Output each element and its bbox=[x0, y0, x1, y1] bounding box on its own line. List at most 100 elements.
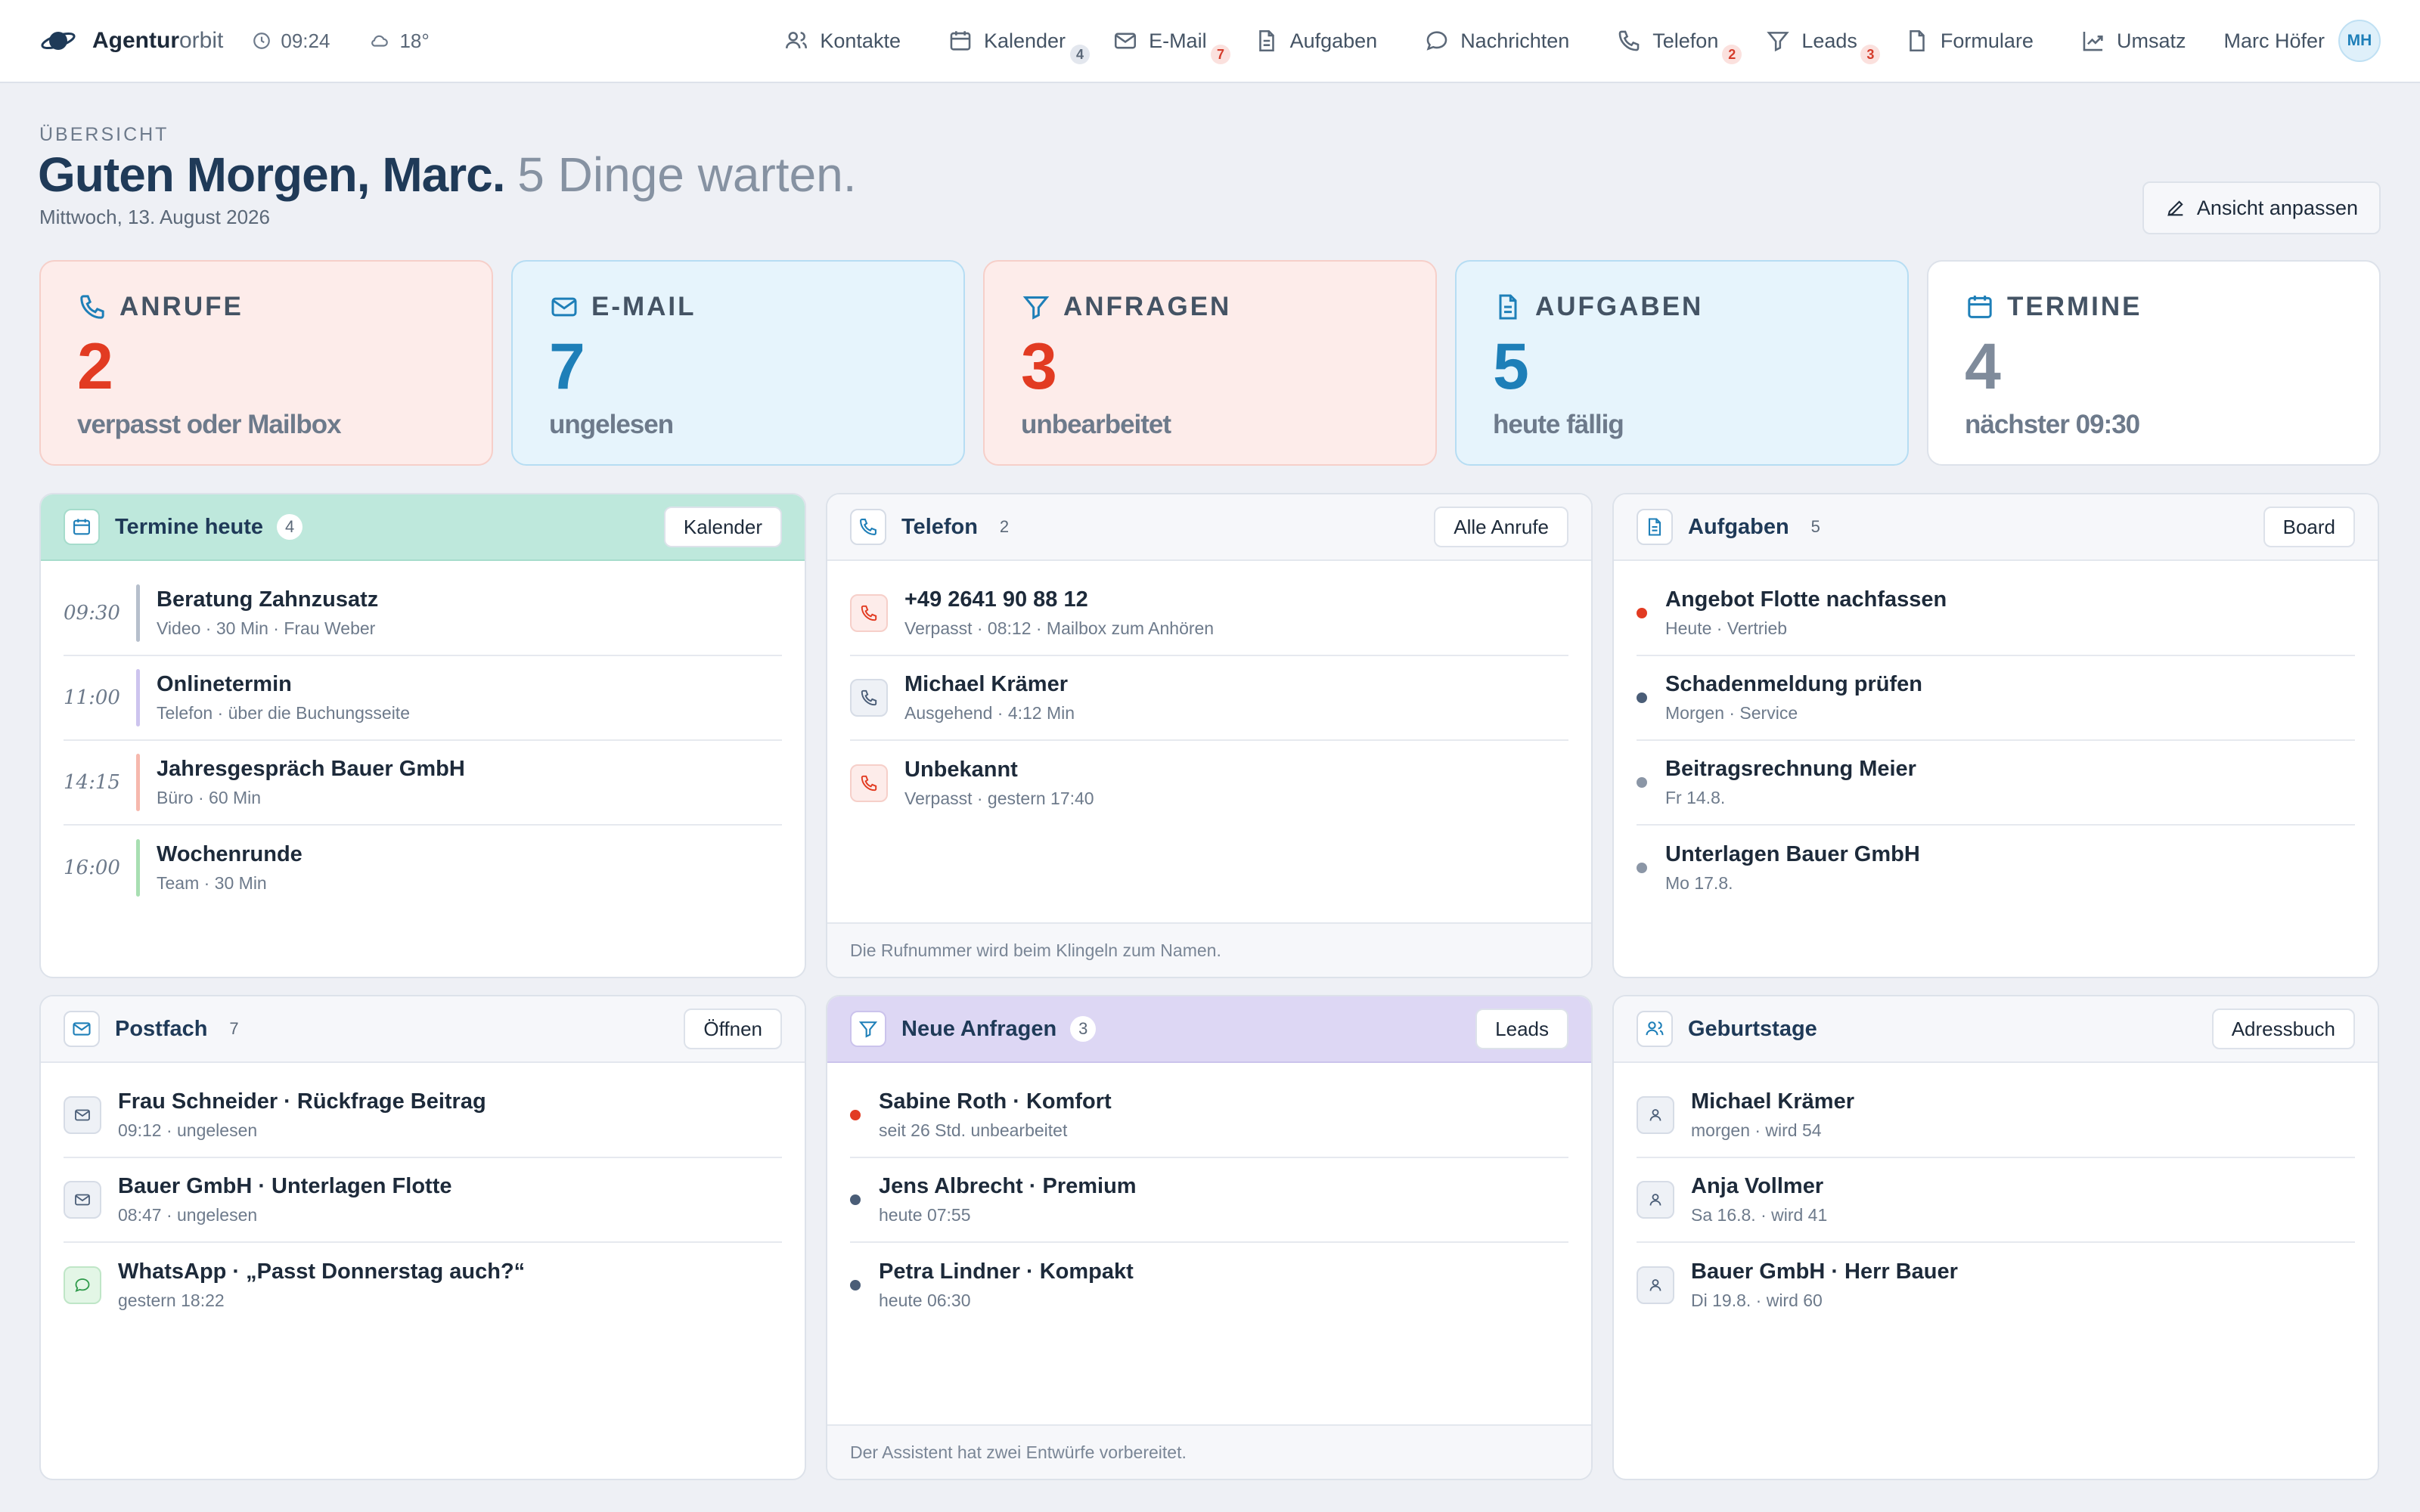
task-meta: Heute · Vertrieb bbox=[1665, 618, 1788, 638]
nav-kontakte[interactable]: Kontakte bbox=[783, 28, 901, 54]
current-time: 09:24 bbox=[281, 29, 330, 52]
appointment-title: Wochenrunde bbox=[157, 842, 302, 866]
lead-row[interactable]: Petra Lindner · Kompakt heute 06:30 bbox=[850, 1243, 1568, 1328]
nav-label: Kalender bbox=[983, 29, 1066, 52]
stat-card-calls[interactable]: ANRUFE 2 verpasst oder Mailbox bbox=[39, 260, 493, 466]
stat-card-email[interactable]: E-MAIL 7 ungelesen bbox=[511, 260, 965, 466]
board-button[interactable]: Board bbox=[2263, 507, 2355, 547]
lead-row[interactable]: Sabine Roth · Komfort seit 26 Std. unbear… bbox=[850, 1074, 1568, 1158]
nav-formulare[interactable]: Formulare bbox=[1904, 28, 2034, 54]
message-row[interactable]: Frau Schneider · Rückfrage Beitrag 09:12 … bbox=[64, 1074, 782, 1158]
task-meta: Fr 14.8. bbox=[1665, 788, 1726, 807]
lead-row[interactable]: Jens Albrecht · Premium heute 07:55 bbox=[850, 1158, 1568, 1243]
appointment-meta: Telefon · über die Buchungsseite bbox=[157, 703, 410, 723]
status-dot bbox=[850, 1280, 861, 1290]
birthday-row[interactable]: Bauer GmbH · Herr Bauer Di 19.8. · wird 6… bbox=[1637, 1243, 2355, 1328]
missed-call-icon bbox=[850, 764, 888, 802]
address-book-button[interactable]: Adressbuch bbox=[2211, 1009, 2355, 1049]
card-header: Telefon 2 Alle Anrufe bbox=[827, 494, 1591, 561]
count-badge: 4 bbox=[277, 514, 303, 540]
call-meta: Verpasst · gestern 17:40 bbox=[904, 789, 1094, 808]
person-icon bbox=[1637, 1266, 1674, 1304]
mail-icon bbox=[64, 1096, 101, 1134]
appointment-meta: Büro · 60 Min bbox=[157, 788, 262, 807]
caller-name: Michael Krämer bbox=[904, 672, 1068, 696]
task-title: Unterlagen Bauer GmbH bbox=[1665, 842, 1920, 866]
task-title: Beitragsrechnung Meier bbox=[1665, 757, 1916, 781]
appointment-row[interactable]: 16:00 Wochenrunde Team · 30 Min bbox=[64, 826, 782, 910]
priority-dot bbox=[1637, 777, 1647, 788]
status-dot bbox=[850, 1110, 861, 1120]
nav-email[interactable]: E-Mail 7 bbox=[1112, 28, 1231, 64]
appointment-time: 16:00 bbox=[64, 857, 120, 879]
all-calls-button[interactable]: Alle Anrufe bbox=[1434, 507, 1568, 547]
birthday-meta: morgen · wird 54 bbox=[1691, 1120, 1822, 1140]
task-row[interactable]: Unterlagen Bauer GmbH Mo 17.8. bbox=[1637, 826, 2355, 910]
card-title: Telefon bbox=[901, 514, 978, 539]
caller-name: +49 2641 90 88 12 bbox=[904, 587, 1088, 612]
call-row[interactable]: Michael Krämer Ausgehend · 4:12 Min bbox=[850, 656, 1568, 741]
calendar-icon bbox=[1965, 292, 1995, 322]
nav-label: Aufgaben bbox=[1289, 29, 1378, 52]
count-badge: 5 bbox=[1810, 517, 1820, 536]
nav-umsatz[interactable]: Umsatz bbox=[2080, 28, 2186, 54]
open-inbox-button[interactable]: Öffnen bbox=[684, 1009, 782, 1049]
stat-description: heute fällig bbox=[1493, 410, 1624, 439]
message-subject: Bauer GmbH · Unterlagen Flotte bbox=[118, 1174, 452, 1198]
inbox-card: Postfach 7 Öffnen Frau Schneider · Rückf… bbox=[39, 995, 806, 1480]
stat-label: ANRUFE bbox=[119, 292, 244, 321]
birthday-name: Bauer GmbH · Herr Bauer bbox=[1691, 1259, 1958, 1284]
avatar[interactable]: MH bbox=[2338, 20, 2381, 62]
leads-button[interactable]: Leads bbox=[1475, 1009, 1568, 1049]
stat-card-appointments[interactable]: TERMINE 4 nächster 09:30 bbox=[1927, 260, 2381, 466]
nav-label: Nachrichten bbox=[1460, 29, 1570, 52]
stat-card-requests[interactable]: ANFRAGEN 3 unbearbeitet bbox=[983, 260, 1437, 466]
tasks-card: Aufgaben 5 Board Angebot Flotte nachfass… bbox=[1612, 493, 2379, 978]
task-row[interactable]: Schadenmeldung prüfen Morgen · Service bbox=[1637, 656, 2355, 741]
stat-card-tasks[interactable]: AUFGABEN 5 heute fällig bbox=[1455, 260, 1909, 466]
current-date: Mittwoch, 13. August 2026 bbox=[39, 206, 270, 228]
leads-count-badge: 3 bbox=[1860, 45, 1881, 64]
funnel-icon bbox=[850, 1011, 886, 1047]
message-row[interactable]: Bauer GmbH · Unterlagen Flotte 08:47 · un… bbox=[64, 1158, 782, 1243]
user-name: Marc Höfer bbox=[2223, 29, 2325, 52]
nav-kalender[interactable]: Kalender 4 bbox=[948, 28, 1090, 64]
new-requests-card: Neue Anfragen 3 Leads Sabine Roth · Komf… bbox=[826, 995, 1593, 1480]
call-meta: Verpasst · 08:12 · Mailbox zum Anhören bbox=[904, 618, 1215, 638]
appointment-row[interactable]: 14:15 Jahresgespräch Bauer GmbH Büro · 60… bbox=[64, 741, 782, 826]
customize-view-button[interactable]: Ansicht anpassen bbox=[2142, 181, 2381, 234]
calendar-icon bbox=[948, 28, 973, 54]
call-row[interactable]: +49 2641 90 88 12 Verpasst · 08:12 · Mail… bbox=[850, 572, 1568, 656]
appointment-color-bar bbox=[136, 584, 140, 642]
call-meta: Ausgehend · 4:12 Min bbox=[904, 703, 1075, 723]
nav-aufgaben[interactable]: Aufgaben bbox=[1254, 28, 1378, 54]
nav-nachrichten[interactable]: Nachrichten bbox=[1424, 28, 1569, 54]
card-header: Neue Anfragen 3 Leads bbox=[827, 996, 1591, 1063]
appointments-card: Termine heute 4 Kalender 09:30 Beratung … bbox=[39, 493, 806, 978]
birthday-row[interactable]: Michael Krämer morgen · wird 54 bbox=[1637, 1074, 2355, 1158]
card-title: Postfach bbox=[115, 1016, 208, 1041]
users-icon bbox=[783, 28, 809, 54]
brand[interactable]: Agenturorbit bbox=[39, 22, 223, 60]
nav-telefon[interactable]: Telefon 2 bbox=[1616, 28, 1742, 64]
calendar-button[interactable]: Kalender bbox=[663, 507, 782, 547]
whatsapp-chat-icon bbox=[64, 1266, 101, 1304]
call-row[interactable]: Unbekannt Verpasst · gestern 17:40 bbox=[850, 741, 1568, 826]
clock-icon bbox=[252, 31, 271, 51]
appointment-row[interactable]: 09:30 Beratung Zahnzusatz Video · 30 Min … bbox=[64, 572, 782, 656]
task-row[interactable]: Angebot Flotte nachfassen Heute · Vertrie… bbox=[1637, 572, 2355, 656]
nav-leads[interactable]: Leads 3 bbox=[1765, 28, 1881, 64]
task-row[interactable]: Beitragsrechnung Meier Fr 14.8. bbox=[1637, 741, 2355, 826]
phone-icon bbox=[77, 292, 107, 322]
birthday-row[interactable]: Anja Vollmer Sa 16.8. · wird 41 bbox=[1637, 1158, 2355, 1243]
phone-count-badge: 2 bbox=[1722, 45, 1742, 64]
message-row[interactable]: WhatsApp · „Passt Donnerstag auch?“ geste… bbox=[64, 1243, 782, 1328]
planet-logo-icon bbox=[39, 22, 77, 60]
user-menu[interactable]: Marc Höfer MH bbox=[2223, 20, 2381, 62]
mail-icon bbox=[64, 1011, 100, 1047]
nav-label: Kontakte bbox=[820, 29, 901, 52]
status-meta: 09:24 18° bbox=[252, 29, 430, 53]
main-nav: Kontakte Kalender 4 E-Mail 7 Aufgaben Na… bbox=[783, 0, 2186, 82]
appointment-title: Beratung Zahnzusatz bbox=[157, 587, 379, 612]
appointment-row[interactable]: 11:00 Onlinetermin Telefon · über die Buc… bbox=[64, 656, 782, 741]
